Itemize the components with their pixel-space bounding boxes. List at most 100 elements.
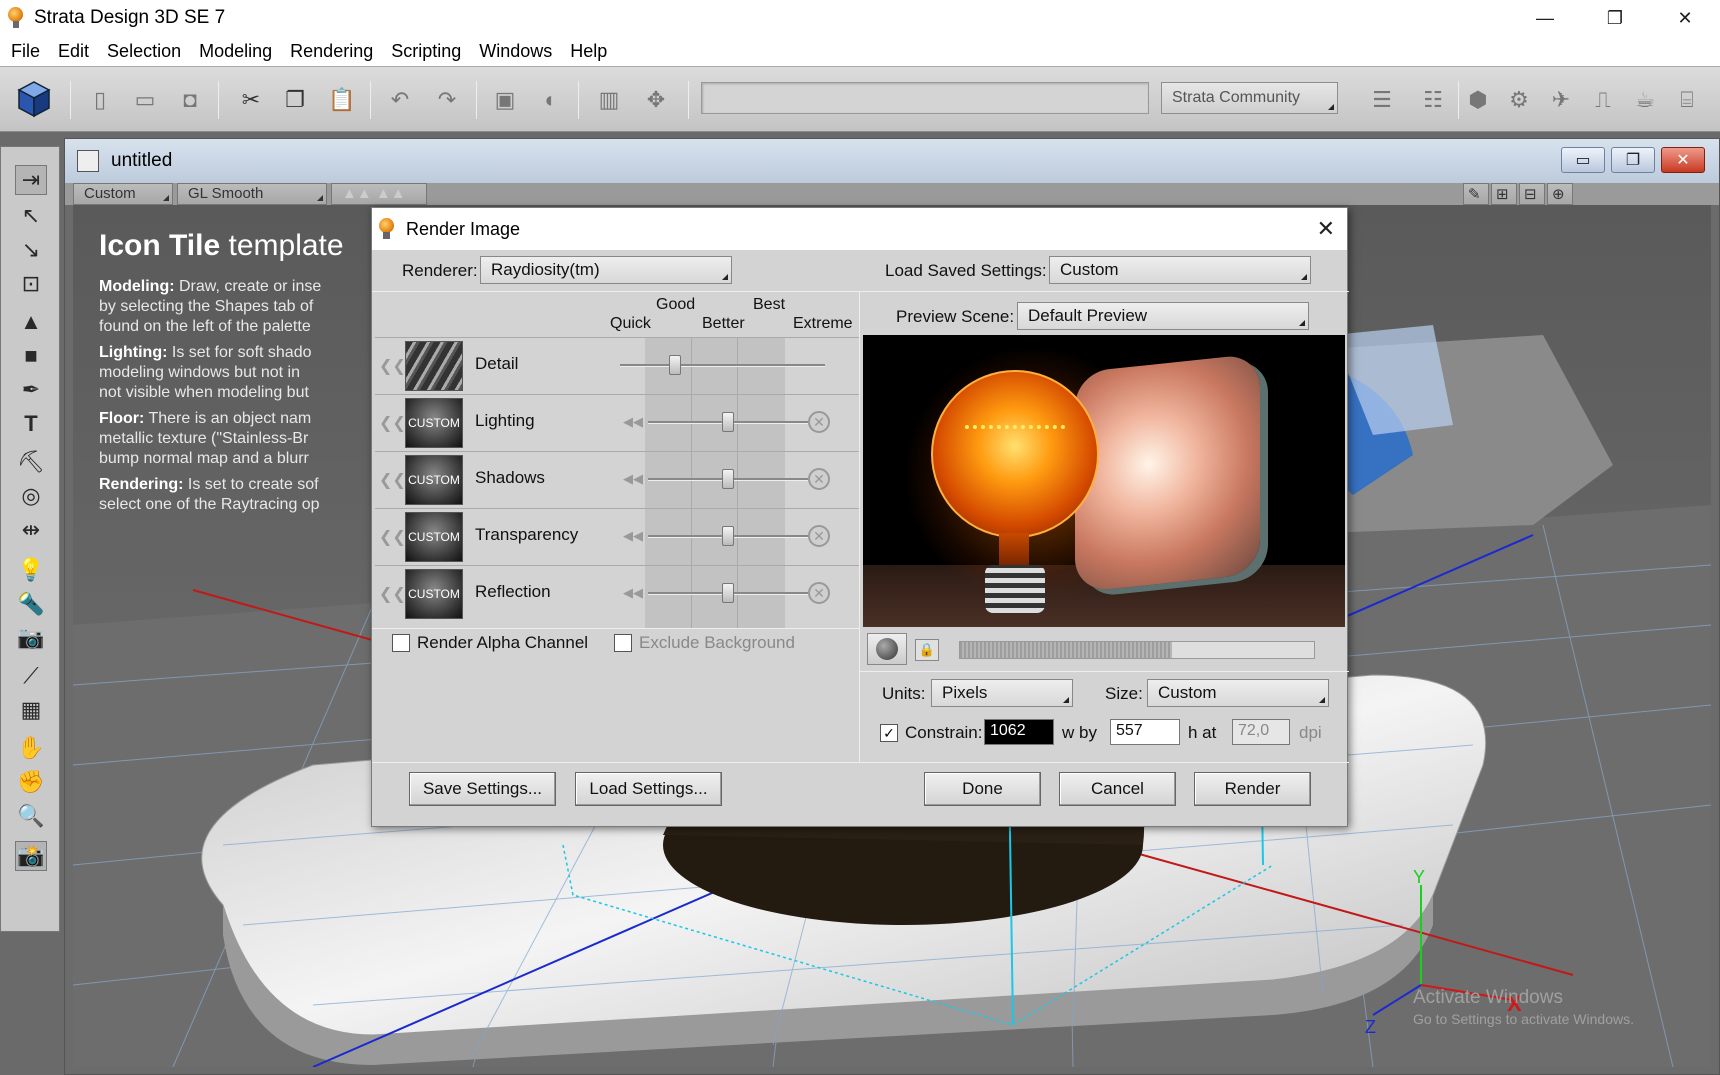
save-settings-button[interactable]: Save Settings... [409,772,556,806]
units-dropdown[interactable]: Pixels [931,679,1073,707]
menu-modeling[interactable]: Modeling [190,41,281,62]
mirror-tool-icon[interactable]: ⇹ [15,515,47,545]
doc-restore-button[interactable]: ❐ [1611,147,1655,173]
size-dropdown[interactable]: Custom [1147,679,1329,707]
menu-file[interactable]: File [2,41,49,62]
collapse-chevron-icon[interactable]: ❮❮ [379,356,406,376]
open-folder-icon[interactable]: ▭ [130,85,160,115]
door-icon[interactable]: ⎍ [1588,85,1618,115]
arrange-icon[interactable]: ✥ [641,85,671,115]
reset-x-icon[interactable]: ✕ [808,525,830,547]
cup-icon[interactable]: ☕ [1630,85,1660,115]
menu-edit[interactable]: Edit [49,41,98,62]
reflection-slider[interactable]: ◀◀ ✕ [620,580,830,606]
step-back-icon[interactable]: ◀◀ [620,409,646,435]
lighting-slider-knob[interactable] [722,412,734,432]
reset-x-icon[interactable]: ✕ [808,582,830,604]
width-input[interactable]: 1062 [984,719,1054,745]
rotate-view-icon[interactable]: ✊ [15,767,47,797]
split-view-icon[interactable]: ⊟ [1519,183,1545,205]
hand-tool-icon[interactable]: ✋ [15,733,47,763]
height-input[interactable]: 557 [1110,719,1180,745]
doc-minimize-button[interactable]: ▭ [1561,147,1605,173]
menu-selection[interactable]: Selection [98,41,190,62]
collapse-chevron-icon[interactable]: ❮❮ [379,527,406,547]
step-back-icon[interactable]: ◀◀ [620,466,646,492]
strata-community-dropdown[interactable]: Strata Community [1161,82,1338,114]
detail-slider-knob[interactable] [669,355,682,375]
collapse-chevron-icon[interactable]: ❮❮ [379,413,406,433]
render-camera-icon[interactable]: 📸 [15,841,47,871]
shadows-slider-knob[interactable] [722,469,734,489]
menu-windows[interactable]: Windows [470,41,561,62]
collapse-chevron-icon[interactable]: ❮❮ [379,470,406,490]
sphere-tool-icon[interactable]: ◎ [15,481,47,511]
doc-close-button[interactable]: ✕ [1661,147,1705,173]
lock-icon[interactable]: 🔒 [915,639,939,661]
exclude-background-checkbox[interactable] [614,634,632,652]
text-tool-icon[interactable]: T [15,409,47,439]
select-move-tool-icon[interactable]: ↖ [15,201,47,231]
redo-icon[interactable]: ↷ [432,85,462,115]
cut-icon[interactable]: ✂ [236,85,266,115]
transparency-slider-knob[interactable] [722,526,734,546]
path-tool-icon[interactable]: ⟋ [15,661,47,691]
undo-icon[interactable]: ↶ [385,85,415,115]
dialog-close-icon[interactable]: ✕ [1317,216,1335,242]
reset-x-icon[interactable]: ✕ [808,411,830,433]
shelf-icon[interactable]: ⌸ [1672,85,1702,115]
zoom-icon[interactable]: 🔍 [15,801,47,831]
detail-slider[interactable] [620,352,830,378]
expand-view-icon[interactable]: ⊕ [1547,183,1573,205]
pencil-icon[interactable]: ✎ [1463,183,1489,205]
render-button[interactable]: Render [1194,772,1311,806]
paste-icon[interactable]: 📋 [327,85,357,115]
dpi-input[interactable]: 72,0 [1232,719,1290,745]
pen-tool-icon[interactable]: ✒ [15,375,47,405]
plane-icon[interactable]: ✈ [1546,85,1576,115]
list-icon[interactable]: ☰ [1367,85,1397,115]
restore-button[interactable]: ❐ [1580,0,1650,36]
done-button[interactable]: Done [924,772,1041,806]
cube-logo-icon[interactable] [16,79,52,119]
spotlight-icon[interactable]: 🔦 [15,589,47,619]
box-shape-icon[interactable]: ■ [15,341,47,371]
step-back-icon[interactable]: ◀◀ [620,523,646,549]
preview-sphere-button[interactable] [867,633,907,665]
gear-icon[interactable]: ⚙ [1504,85,1534,115]
select-group-tool-icon[interactable]: ⊡ [15,269,47,299]
grid-view-icon[interactable]: ⊞ [1491,183,1517,205]
shadows-slider[interactable]: ◀◀ ✕ [620,466,830,492]
object-icon[interactable]: ⬢ [1463,85,1493,115]
collapse-chevron-icon[interactable]: ❮❮ [379,584,406,604]
align-icon[interactable]: ▥ [594,85,624,115]
camera-icon[interactable]: 📷 [15,623,47,653]
save-icon[interactable]: ◘ [175,85,205,115]
close-button[interactable]: ✕ [1650,0,1720,36]
reset-x-icon[interactable]: ✕ [808,468,830,490]
view-dropdown[interactable]: Custom [73,183,173,205]
constrain-checkbox[interactable]: ✓ [880,724,898,742]
preview-scene-dropdown[interactable]: Default Preview [1017,302,1309,330]
load-settings-button[interactable]: Load Settings... [575,772,722,806]
grid-tool-icon[interactable]: ▦ [15,695,47,725]
menu-help[interactable]: Help [561,41,616,62]
toolbar-text-field[interactable] [701,82,1149,114]
ungroup-icon[interactable]: ◐ [536,85,566,115]
paint-tool-icon[interactable]: ⛏ [15,447,47,477]
move-tool-icon[interactable]: ⇥ [15,165,47,195]
shading-dropdown[interactable]: GL Smooth [177,183,327,205]
renderer-dropdown[interactable]: Raydiosity(tm) [480,256,732,284]
cancel-button[interactable]: Cancel [1059,772,1176,806]
render-alpha-checkbox[interactable] [392,634,410,652]
cone-shape-icon[interactable]: ▲ [15,307,47,337]
transparency-slider[interactable]: ◀◀ ✕ [620,523,830,549]
lighting-slider[interactable]: ◀◀ ✕ [620,409,830,435]
copy-icon[interactable]: ❐ [280,85,310,115]
light-bulb-icon[interactable]: 💡 [15,555,47,585]
group-icon[interactable]: ▣ [490,85,520,115]
menu-scripting[interactable]: Scripting [382,41,470,62]
menu-rendering[interactable]: Rendering [281,41,382,62]
view-mode-buttons[interactable]: ▲▲ ▲▲ [331,183,427,205]
new-file-icon[interactable]: ▯ [85,85,115,115]
